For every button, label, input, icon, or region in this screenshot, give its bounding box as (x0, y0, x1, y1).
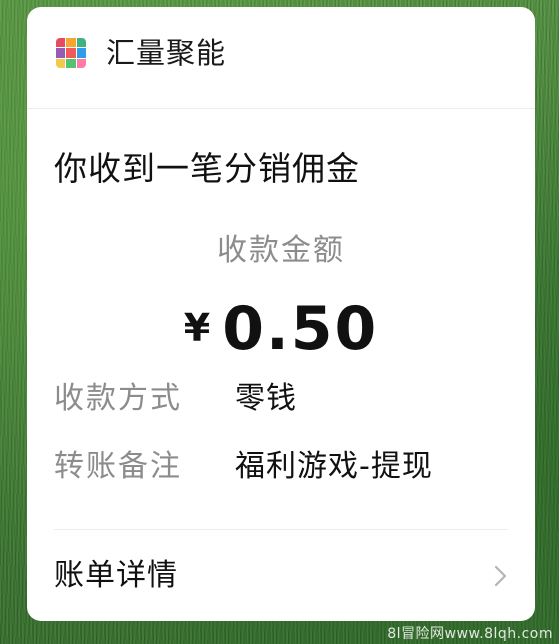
logo-cell (66, 48, 76, 58)
app-header[interactable]: 汇量聚能 (27, 7, 535, 99)
logo-cell (56, 48, 66, 58)
watermark: 8l冒险网www.8lqh.com (387, 626, 553, 642)
logo-cell (66, 38, 76, 48)
amount-value: 0.50 (222, 294, 379, 364)
app-logo-icon (56, 38, 86, 68)
amount-label: 收款金额 (217, 233, 345, 268)
amount-display: ¥0.50 (27, 293, 535, 379)
logo-cell (76, 38, 86, 48)
chevron-right-icon (494, 565, 507, 587)
transfer-note-label: 转账备注 (54, 449, 182, 484)
currency-symbol: ¥ (183, 306, 211, 350)
payment-method-row: 收款方式 零钱 (54, 377, 508, 421)
logo-cell (56, 38, 66, 48)
bill-details-label: 账单详情 (54, 558, 178, 593)
transfer-note-row: 转账备注 福利游戏-提现 (54, 445, 508, 489)
payment-method-value: 零钱 (235, 381, 297, 416)
payment-method-label: 收款方式 (54, 381, 182, 416)
logo-cell (66, 58, 76, 68)
logo-cell (76, 58, 86, 68)
notification-title: 你收到一笔分销佣金 (54, 149, 360, 188)
app-name: 汇量聚能 (106, 36, 227, 70)
transfer-note-value: 福利游戏-提现 (235, 449, 433, 484)
header-divider (27, 108, 535, 109)
logo-cell (56, 58, 66, 68)
payment-notification-card: 汇量聚能 你收到一笔分销佣金 收款金额 ¥0.50 收款方式 零钱 转账备注 福… (27, 7, 535, 621)
bill-details-link[interactable]: 账单详情 (27, 530, 535, 621)
logo-cell (76, 48, 86, 58)
